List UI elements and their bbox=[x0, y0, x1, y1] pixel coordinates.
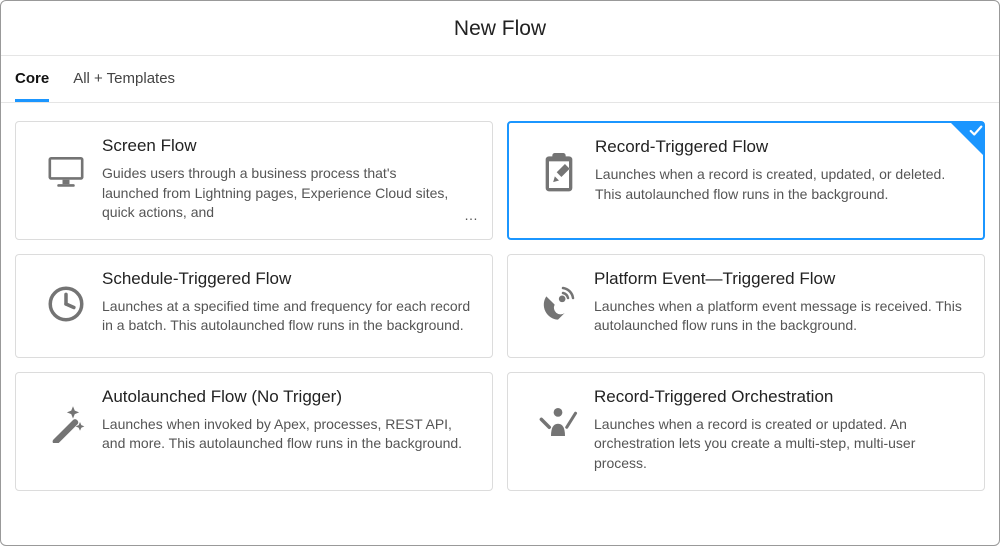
card-screen-flow[interactable]: Screen Flow Guides users through a busin… bbox=[15, 121, 493, 240]
tab-core[interactable]: Core bbox=[15, 56, 49, 102]
card-title: Record-Triggered Orchestration bbox=[594, 387, 970, 407]
truncation-ellipsis: … bbox=[456, 207, 478, 223]
tab-all-templates[interactable]: All + Templates bbox=[73, 56, 175, 102]
card-description: Launches when invoked by Apex, processes… bbox=[102, 415, 478, 454]
card-record-triggered-orchestration[interactable]: Record-Triggered Orchestration Launches … bbox=[507, 372, 985, 491]
card-title: Autolaunched Flow (No Trigger) bbox=[102, 387, 478, 407]
flow-type-cards: Screen Flow Guides users through a busin… bbox=[1, 103, 999, 505]
card-autolaunched-flow[interactable]: Autolaunched Flow (No Trigger) Launches … bbox=[15, 372, 493, 491]
card-description: Launches at a specified time and frequen… bbox=[102, 297, 478, 336]
magic-wand-icon bbox=[30, 387, 102, 443]
card-record-triggered-flow[interactable]: Record-Triggered Flow Launches when a re… bbox=[507, 121, 985, 240]
clock-icon bbox=[30, 269, 102, 325]
card-title: Schedule-Triggered Flow bbox=[102, 269, 478, 289]
card-description: Launches when a record is created, updat… bbox=[595, 165, 969, 204]
selected-indicator bbox=[950, 122, 984, 156]
clipboard-edit-icon bbox=[523, 137, 595, 195]
card-description: Launches when a platform event message i… bbox=[594, 297, 970, 336]
card-description: Launches when a record is created or upd… bbox=[594, 415, 970, 474]
card-title: Record-Triggered Flow bbox=[595, 137, 969, 157]
card-description: Guides users through a business process … bbox=[102, 164, 456, 223]
satellite-icon bbox=[522, 269, 594, 323]
card-schedule-triggered-flow[interactable]: Schedule-Triggered Flow Launches at a sp… bbox=[15, 254, 493, 358]
card-title: Screen Flow bbox=[102, 136, 456, 156]
new-flow-dialog: New Flow Core All + Templates Screen Flo… bbox=[0, 0, 1000, 546]
card-title: Platform Event—Triggered Flow bbox=[594, 269, 970, 289]
page-title: New Flow bbox=[1, 1, 999, 56]
card-platform-event-triggered-flow[interactable]: Platform Event—Triggered Flow Launches w… bbox=[507, 254, 985, 358]
tabs: Core All + Templates bbox=[1, 56, 999, 103]
screen-icon bbox=[30, 136, 102, 192]
conductor-icon bbox=[522, 387, 594, 443]
